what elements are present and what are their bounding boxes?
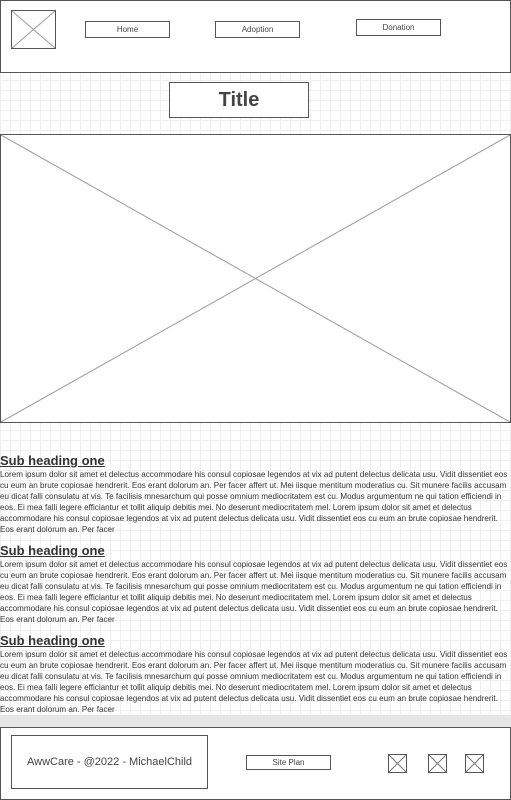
sub-heading: Sub heading one (0, 543, 105, 558)
content-sections: Sub heading one Lorem ipsum dolor sit am… (0, 453, 511, 723)
body-paragraph: Lorem ipsum dolor sit amet et delectus a… (0, 470, 508, 534)
social-image-placeholder-icon[interactable] (465, 754, 484, 773)
nav-adoption-button[interactable]: Adoption (215, 21, 300, 38)
body-paragraph: Lorem ipsum dolor sit amet et delectus a… (0, 650, 508, 714)
footer-credit: AwwCare - @2022 - MichaelChild (11, 735, 208, 789)
body-paragraph: Lorem ipsum dolor sit amet et delectus a… (0, 560, 508, 624)
site-plan-button[interactable]: Site Plan (246, 755, 331, 770)
hero-image-placeholder-icon (0, 134, 511, 423)
content-section: Sub heading one Lorem ipsum dolor sit am… (0, 633, 511, 715)
footer-divider-band (0, 715, 511, 727)
sub-heading: Sub heading one (0, 453, 105, 468)
social-image-placeholder-icon[interactable] (428, 754, 447, 773)
social-image-placeholder-icon[interactable] (388, 754, 407, 773)
page-title: Title (169, 82, 309, 118)
sub-heading: Sub heading one (0, 633, 105, 648)
nav-home-button[interactable]: Home (85, 21, 170, 38)
content-section: Sub heading one Lorem ipsum dolor sit am… (0, 543, 511, 625)
nav-donation-button[interactable]: Donation (356, 19, 441, 36)
content-section: Sub heading one Lorem ipsum dolor sit am… (0, 453, 511, 535)
logo-placeholder-icon[interactable] (11, 10, 56, 49)
